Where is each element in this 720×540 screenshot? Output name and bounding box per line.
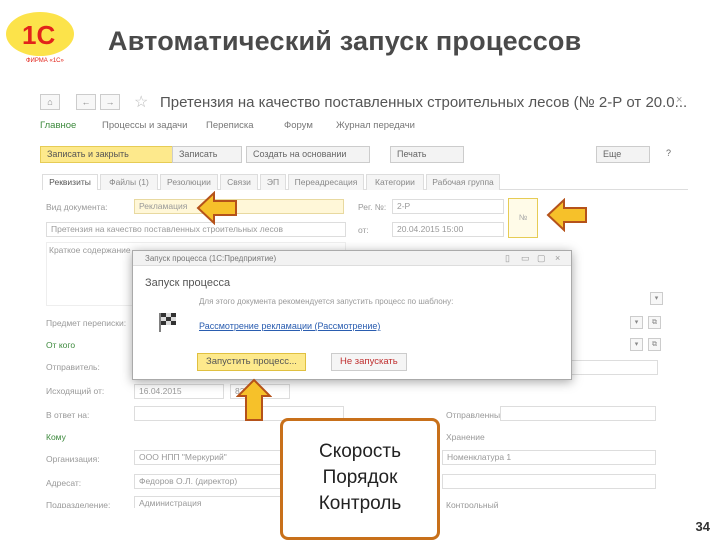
slide-title: Автоматический запуск процессов — [108, 26, 582, 56]
logo-subtext: ФИРМА «1С» — [26, 58, 64, 64]
sent-label: Отправленный: — [446, 410, 508, 420]
menu-item-correspondence[interactable]: Переписка — [206, 120, 254, 131]
organization-label: Организация: — [46, 454, 100, 464]
correspondence-label: Предмет переписки: — [46, 318, 127, 328]
control-label: Контрольный — [446, 500, 499, 508]
start-process-dialog: Запуск процесса (1С:Предприятие) ▯ ▭ ▢ ×… — [132, 250, 572, 380]
reply-to-label: В ответ на: — [46, 410, 90, 420]
process-template-link[interactable]: Рассмотрение рекламации (Рассмотрение) — [199, 321, 380, 331]
open-icon[interactable]: ⧉ — [648, 338, 661, 351]
menu-item-transfer-log[interactable]: Журнал передачи — [336, 120, 415, 131]
arrow-left-icon — [196, 191, 237, 225]
doc-type-label: Вид документа: — [46, 202, 108, 212]
tab-details[interactable]: Реквизиты — [42, 174, 98, 190]
addressee-label: Адресат: — [46, 478, 82, 488]
tab-forwarding[interactable]: Переадресация — [288, 174, 364, 190]
tab-links[interactable]: Связи — [220, 174, 258, 190]
dropdown-icon[interactable]: ▾ — [630, 338, 643, 351]
sent-field[interactable] — [500, 406, 656, 421]
reg-number-field[interactable]: 2-Р — [392, 199, 504, 214]
logo-text: 1С — [22, 20, 55, 50]
window-titlebar: ⌂ ← → ☆ Претензия на качество поставленн… — [38, 92, 688, 114]
dropdown-icon[interactable]: ▾ — [650, 292, 663, 305]
tab-files[interactable]: Файлы (1) — [100, 174, 158, 190]
reg-number-label: Рег. №: — [358, 202, 387, 212]
department-label: Подразделение: — [46, 500, 111, 508]
from-whom-heading: От кого — [46, 340, 76, 350]
logo: 1С ФИРМА «1С» — [4, 10, 82, 66]
outgoing-date-field[interactable]: 16.04.2015 — [134, 384, 224, 399]
form-toolbar: Записать и закрыть Записать Создать на о… — [38, 146, 688, 164]
arrow-left-icon — [546, 198, 587, 232]
arrow-up-icon — [236, 378, 272, 421]
tab-signature[interactable]: ЭП — [260, 174, 286, 190]
callout-line-speed: Скорость — [318, 441, 402, 462]
menu-item-main[interactable]: Главное — [40, 120, 76, 131]
date-label: от: — [358, 225, 369, 235]
open-icon[interactable]: ⧉ — [648, 316, 661, 329]
sender-label: Отправитель: — [46, 362, 100, 372]
dialog-header: Запуск процесса (1С:Предприятие) ▯ ▭ ▢ × — [133, 251, 571, 266]
sender-right-field[interactable] — [558, 360, 658, 375]
dialog-message: Для этого документа рекомендуется запуст… — [199, 297, 454, 306]
do-not-start-button[interactable]: Не запускать — [331, 353, 407, 371]
doc-type-field[interactable]: Рекламация — [134, 199, 344, 214]
storage-field[interactable] — [442, 474, 656, 489]
home-button[interactable]: ⌂ — [40, 94, 60, 110]
summary-placeholder: Краткое содержание — [49, 245, 131, 255]
page-number: 34 — [695, 519, 710, 534]
save-button[interactable]: Записать — [172, 146, 242, 163]
stamp-icon: № — [508, 198, 538, 238]
checkered-flag-icon — [157, 311, 183, 333]
outgoing-label: Исходящий от: — [46, 386, 105, 396]
dropdown-icon[interactable]: ▾ — [630, 316, 643, 329]
form-menu: Главное Процессы и задачи Переписка Фору… — [38, 120, 688, 134]
benefits-callout: Скорость Порядок Контроль — [280, 418, 440, 540]
favorite-star-icon[interactable]: ☆ — [134, 92, 148, 112]
document-title: Претензия на качество поставленных строи… — [160, 94, 688, 111]
to-whom-heading: Кому — [46, 432, 66, 442]
menu-item-forum[interactable]: Форум — [284, 120, 313, 131]
dialog-caption: Запуск процесса (1С:Предприятие) — [145, 254, 277, 263]
start-process-button[interactable]: Запустить процесс... — [197, 353, 306, 371]
form-tabs: Реквизиты Файлы (1) Резолюции Связи ЭП П… — [42, 174, 688, 190]
dialog-minimize-icon[interactable]: ▭ — [521, 253, 530, 264]
back-button[interactable]: ← — [76, 94, 96, 110]
more-button[interactable]: Еще — [596, 146, 650, 163]
date-field[interactable]: 20.04.2015 15:00 — [392, 222, 504, 237]
dialog-close-icon[interactable]: × — [555, 253, 560, 263]
dialog-title: Запуск процесса — [145, 277, 231, 289]
close-icon[interactable]: × — [676, 94, 682, 106]
tab-categories[interactable]: Категории — [366, 174, 424, 190]
print-button[interactable]: Печать — [390, 146, 464, 163]
tab-work-group[interactable]: Рабочая группа — [426, 174, 500, 190]
dialog-menu-icon[interactable]: ▯ — [505, 253, 510, 264]
tab-resolutions[interactable]: Резолюции — [160, 174, 218, 190]
nomenclature-field[interactable]: Номенклатура 1 — [442, 450, 656, 465]
help-button[interactable]: ? — [660, 146, 676, 163]
save-close-button[interactable]: Записать и закрыть — [40, 146, 174, 163]
callout-line-order: Порядок — [322, 467, 398, 488]
menu-item-processes[interactable]: Процессы и задачи — [102, 120, 187, 131]
forward-button[interactable]: → — [100, 94, 120, 110]
dialog-maximize-icon[interactable]: ▢ — [537, 253, 546, 264]
create-based-on-button[interactable]: Создать на основании — [246, 146, 370, 163]
storage-label: Хранение — [446, 432, 485, 442]
callout-line-control: Контроль — [318, 493, 402, 514]
